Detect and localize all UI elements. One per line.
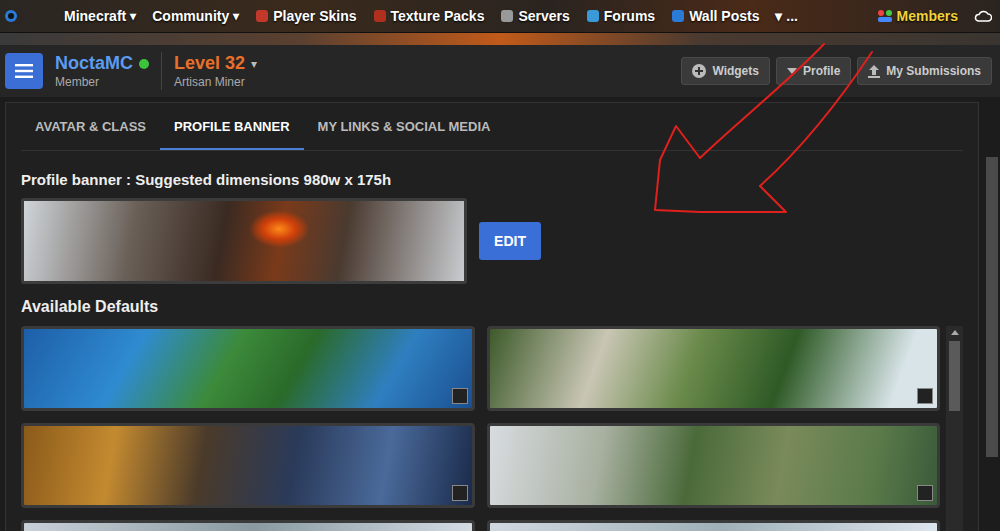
content: AVATAR & CLASSPROFILE BANNERMY LINKS & S… <box>0 97 1000 531</box>
nav-item[interactable]: Forums <box>586 8 655 24</box>
defaults-list <box>21 326 963 531</box>
banner-strip <box>0 33 1000 45</box>
toolbar-button[interactable]: Profile <box>776 57 851 85</box>
level-caret[interactable]: ▾ <box>251 57 257 71</box>
user-info: NoctaMCMember <box>55 53 149 89</box>
online-dot <box>139 59 149 69</box>
author-badge-icon <box>452 485 468 501</box>
nav-item-icon <box>500 9 514 23</box>
hamburger-icon <box>15 64 33 78</box>
nav-item[interactable]: Player Skins <box>255 8 356 24</box>
banner-heading: Profile banner : Suggested dimensions 98… <box>21 171 963 188</box>
tabs: AVATAR & CLASSPROFILE BANNERMY LINKS & S… <box>21 103 963 151</box>
default-banner[interactable] <box>21 520 475 531</box>
default-banner[interactable] <box>21 423 475 508</box>
author-badge-icon <box>917 388 933 404</box>
members-icon <box>877 9 893 23</box>
menu-button[interactable] <box>5 53 43 89</box>
logo-icon[interactable] <box>4 9 20 23</box>
nav-item[interactable]: Members <box>877 8 958 24</box>
nav-item[interactable]: ▾ ... <box>775 8 798 24</box>
upload-icon <box>868 64 880 78</box>
user-title: Artisan Miner <box>174 75 257 89</box>
cloud-icon[interactable] <box>974 10 992 22</box>
nav-item[interactable]: Minecraft▾ <box>64 8 136 24</box>
user-bar: NoctaMCMember Level 32 ▾ Artisan Miner Widge… <box>0 45 1000 97</box>
current-banner <box>21 198 467 284</box>
page-scrollbar[interactable] <box>984 97 1000 531</box>
default-banner[interactable] <box>487 423 941 508</box>
nav-item[interactable]: Community▾ <box>152 8 239 24</box>
user-level[interactable]: Level 32 <box>174 53 245 74</box>
tab[interactable]: MY LINKS & SOCIAL MEDIA <box>304 103 505 150</box>
toolbar-button[interactable]: My Submissions <box>857 57 992 85</box>
defaults-heading: Available Defaults <box>21 298 963 316</box>
tab[interactable]: AVATAR & CLASS <box>21 103 160 150</box>
plus-icon <box>692 64 706 78</box>
nav-item-icon <box>373 9 387 23</box>
user-role: Member <box>55 75 149 89</box>
defaults-scrollbar[interactable] <box>946 326 963 531</box>
default-banner[interactable] <box>487 326 941 411</box>
nav-item-icon <box>671 9 685 23</box>
user-name[interactable]: NoctaMC <box>55 53 133 74</box>
tab[interactable]: PROFILE BANNER <box>160 103 304 150</box>
nav-item[interactable]: Servers <box>500 8 569 24</box>
default-banner[interactable] <box>487 520 941 531</box>
toolbar-button[interactable]: Widgets <box>681 57 770 85</box>
red-arrow-annotation <box>0 0 1000 531</box>
top-nav: Minecraft▾ Community▾ Player Skins Texture … <box>0 0 1000 33</box>
separator <box>161 52 162 90</box>
scroll-up-icon[interactable] <box>951 330 959 335</box>
toolbar: WidgetsProfileMy Submissions <box>681 57 992 85</box>
author-badge-icon <box>452 388 468 404</box>
dropdown-icon <box>787 68 797 74</box>
page-scroll-thumb[interactable] <box>986 157 998 457</box>
author-badge-icon <box>917 485 933 501</box>
banner-row: EDIT <box>21 198 963 284</box>
nav-item[interactable]: Wall Posts <box>671 8 759 24</box>
default-banner[interactable] <box>21 326 475 411</box>
edit-button[interactable]: EDIT <box>479 222 541 260</box>
nav-item-icon <box>255 9 269 23</box>
nav-item-icon <box>586 9 600 23</box>
page: Minecraft▾ Community▾ Player Skins Texture … <box>0 0 1000 531</box>
settings-panel: AVATAR & CLASSPROFILE BANNERMY LINKS & S… <box>5 102 979 531</box>
scroll-thumb[interactable] <box>949 341 960 411</box>
level-info: Level 32 ▾ Artisan Miner <box>174 53 257 89</box>
nav-item[interactable]: Texture Packs <box>373 8 485 24</box>
